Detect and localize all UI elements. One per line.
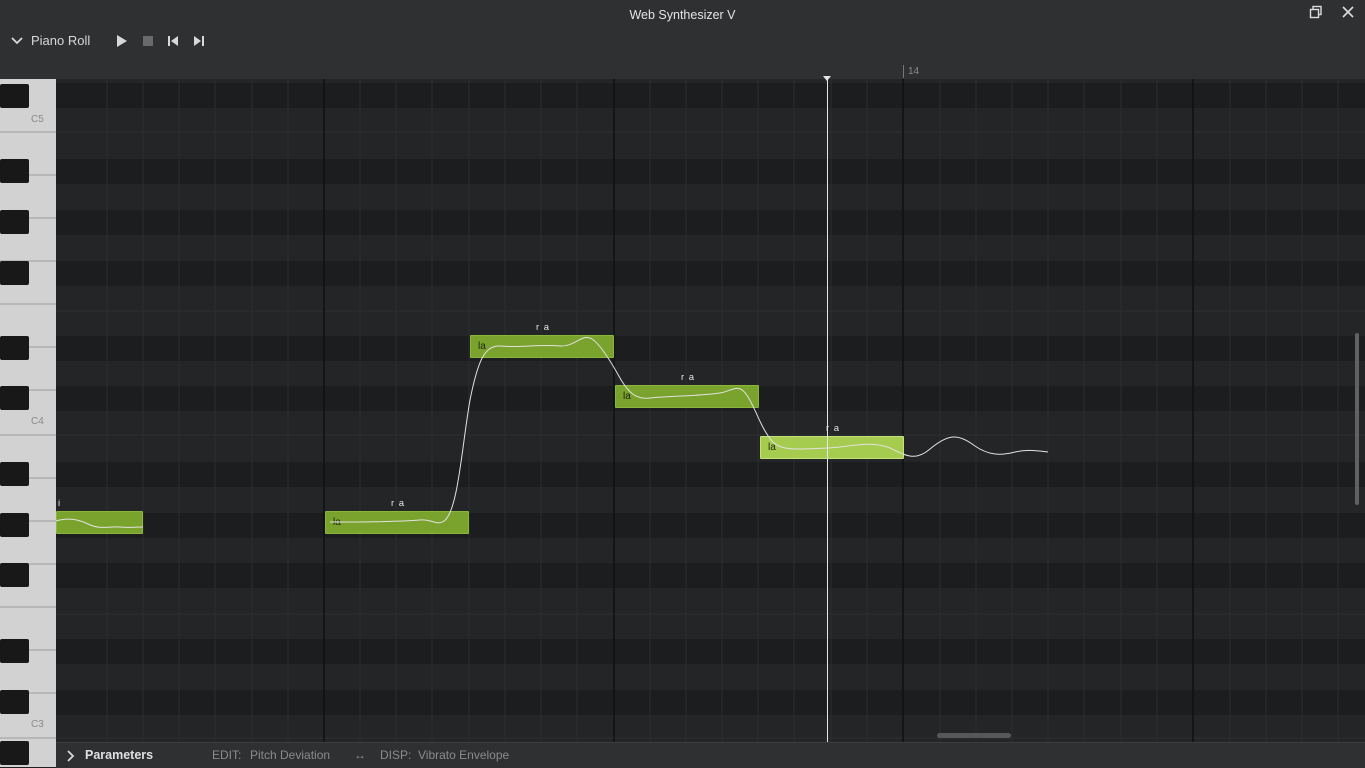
toolbar: Piano Roll [0,30,1365,62]
note-phoneme: r a [391,498,406,509]
key-label-c3: C3 [31,719,44,730]
edit-label: EDIT: [212,748,242,762]
note-lyric: la [333,517,341,528]
playhead[interactable] [827,76,828,742]
note[interactable] [56,511,143,534]
piano-roll-grid[interactable] [56,79,1365,742]
note-phoneme: r a [681,372,696,383]
note-phoneme: r a [536,322,551,333]
skip-back-icon[interactable] [166,34,180,48]
horizontal-scrollbar[interactable] [937,733,1011,738]
note[interactable]: la [470,335,614,358]
note-selected[interactable]: la [760,436,904,459]
note-phoneme: r a [826,423,841,434]
disp-label: DISP: [380,748,412,762]
chevron-right-icon[interactable] [65,749,77,762]
note-phoneme: i [58,498,62,509]
parameters-toggle[interactable]: Parameters [85,748,153,762]
note-lyric: la [623,391,631,402]
piano-keyboard[interactable]: C5 C4 C3 [0,79,56,767]
note[interactable]: la [615,385,759,408]
title-bar: Web Synthesizer V [0,0,1365,31]
parameters-bar: Parameters EDIT: Pitch Deviation ↔ DISP:… [56,742,1365,768]
timeline-ruler[interactable]: 14 [0,62,1365,79]
panel-title[interactable]: Piano Roll [31,30,90,52]
stop-icon[interactable] [141,34,155,48]
playhead-handle[interactable] [823,76,831,81]
key-label-c4: C4 [31,416,44,427]
grid-lines [56,79,1365,742]
restore-window-icon[interactable] [1306,5,1326,25]
measure-label: 14 [908,66,920,77]
disp-parameter-select[interactable]: Vibrato Envelope [418,748,509,762]
chevron-down-icon[interactable] [10,34,24,48]
edit-parameter-select[interactable]: Pitch Deviation [250,748,330,762]
measure-tick [903,65,904,78]
piano-keys [0,79,56,767]
skip-forward-icon[interactable] [192,34,206,48]
play-icon[interactable] [115,34,129,48]
close-icon[interactable] [1338,5,1358,25]
note[interactable]: la [325,511,469,534]
swap-parameters-icon[interactable]: ↔ [354,748,366,762]
vertical-scrollbar[interactable] [1355,333,1359,505]
key-label-c5: C5 [31,114,44,125]
note-lyric: la [768,442,776,453]
note-lyric: la [478,341,486,352]
window-title: Web Synthesizer V [629,8,736,22]
